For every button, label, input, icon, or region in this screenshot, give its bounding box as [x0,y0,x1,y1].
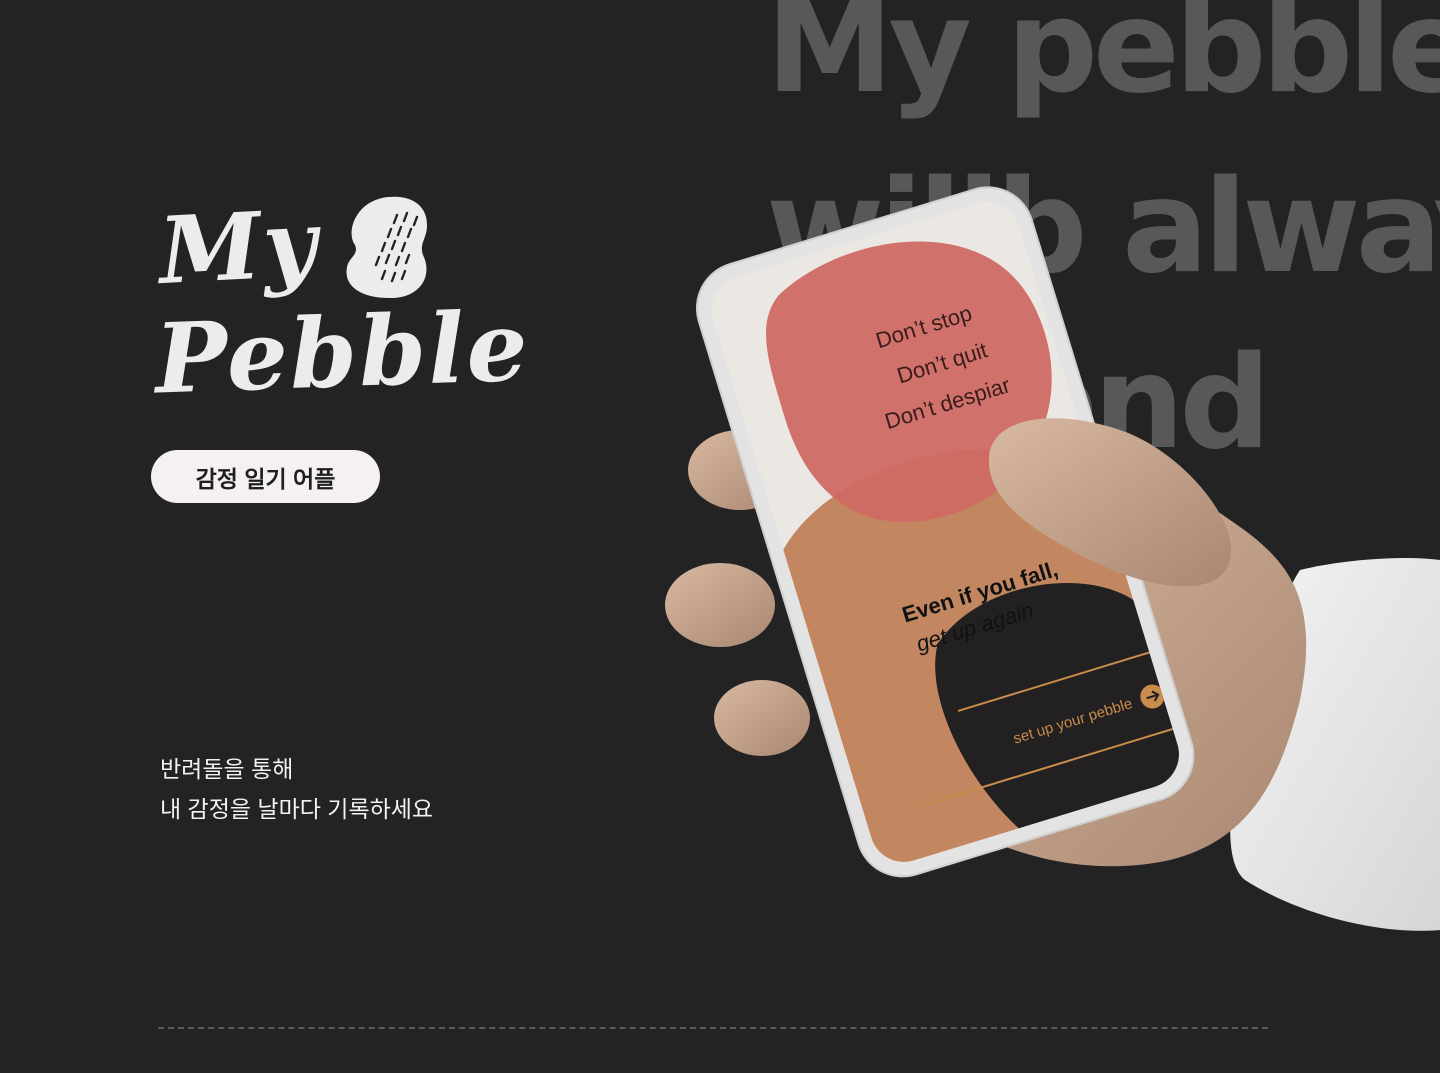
phone-mockup-scene: Don’t stop Don’t quit Don’t despiar Even… [665,186,1440,931]
dashed-divider [158,1027,1268,1029]
finger-bottom [714,680,810,756]
finger-middle [665,563,775,647]
